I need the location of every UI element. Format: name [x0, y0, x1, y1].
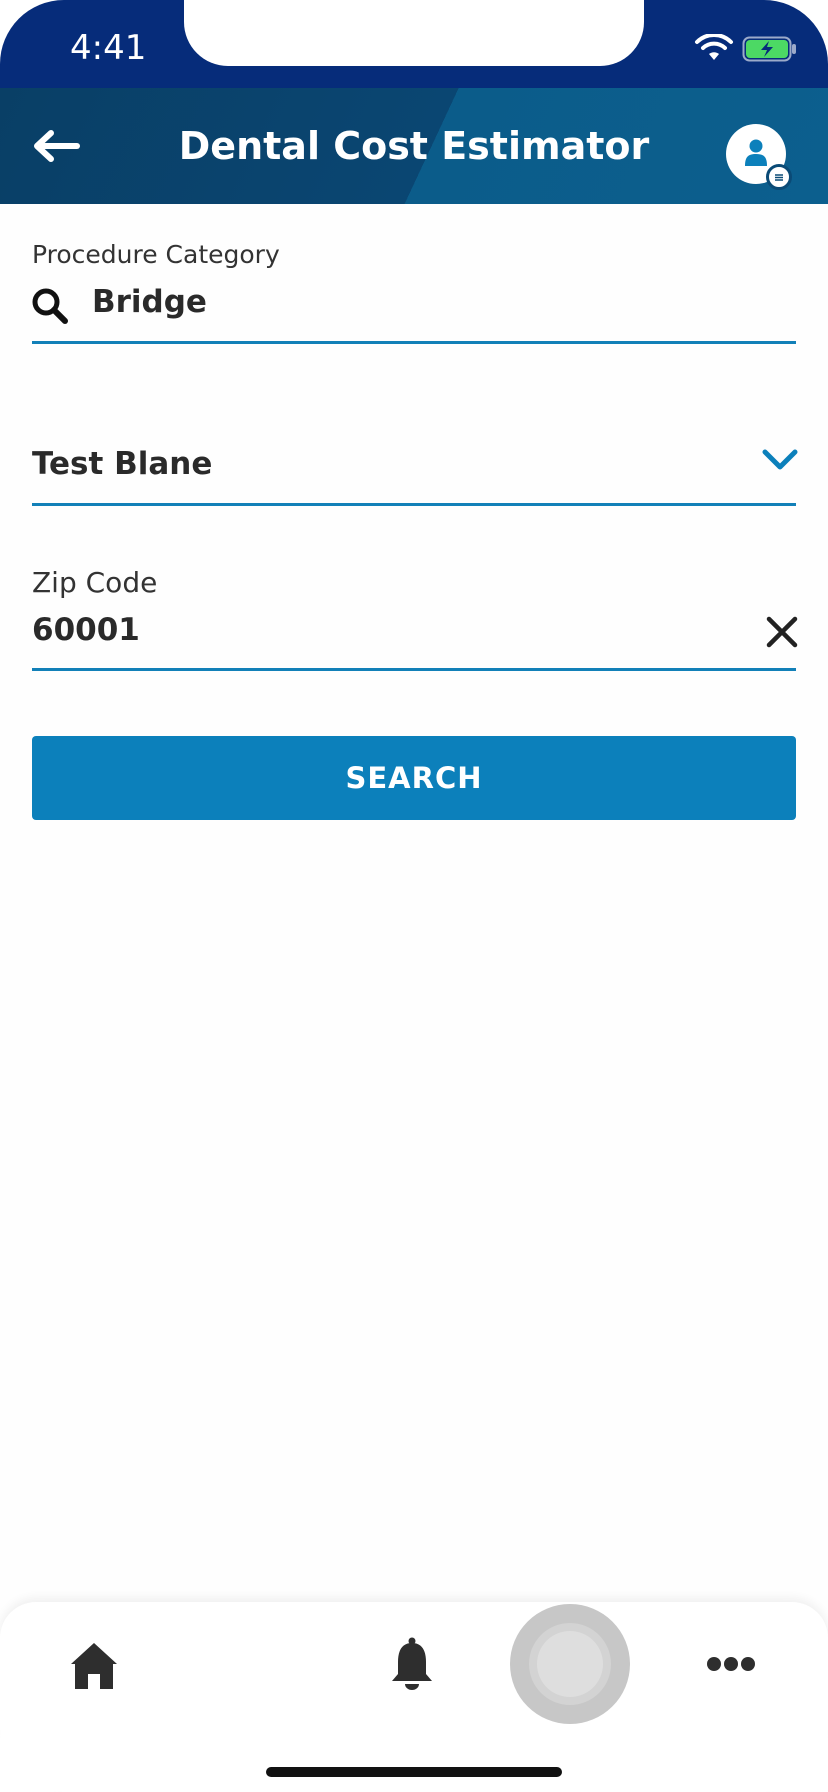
home-indicator [266, 1767, 562, 1777]
device-notch [184, 0, 644, 66]
search-icon [32, 288, 68, 324]
zip-code-input[interactable]: 60001 [32, 612, 140, 648]
nav-notifications[interactable] [388, 1636, 436, 1692]
page-title: Dental Cost Estimator [178, 124, 650, 168]
procedure-category-underline [32, 341, 796, 344]
zip-code-underline [32, 668, 796, 671]
close-icon[interactable] [764, 614, 800, 650]
menu-badge-icon [766, 164, 792, 190]
procedure-category-label: Procedure Category [32, 240, 280, 269]
home-icon [71, 1643, 117, 1689]
zip-code-label: Zip Code [32, 566, 158, 599]
battery-charging-icon [742, 36, 796, 62]
member-select-underline [32, 503, 796, 506]
procedure-category-input[interactable]: Bridge [92, 284, 207, 320]
back-button[interactable] [30, 124, 82, 168]
app-screen: 4:41 Dental Cost Estimator Procedure Cat… [0, 0, 828, 1792]
nav-more[interactable] [706, 1652, 756, 1676]
bell-icon [392, 1637, 432, 1690]
chevron-down-icon[interactable] [760, 446, 800, 474]
profile-button[interactable] [726, 124, 792, 190]
member-select[interactable]: Test Blane [32, 446, 212, 482]
status-time: 4:41 [70, 28, 147, 68]
search-button[interactable]: SEARCH [32, 736, 796, 820]
more-icon [707, 1657, 755, 1671]
arrow-left-icon [34, 130, 80, 162]
wifi-icon [695, 34, 733, 60]
assistant-icon [537, 1631, 603, 1697]
bottom-navigation [0, 1602, 828, 1792]
status-bar: 4:41 [0, 0, 828, 88]
app-header: Dental Cost Estimator [0, 88, 828, 204]
assistant-button[interactable] [510, 1604, 630, 1724]
nav-home[interactable] [66, 1638, 122, 1694]
